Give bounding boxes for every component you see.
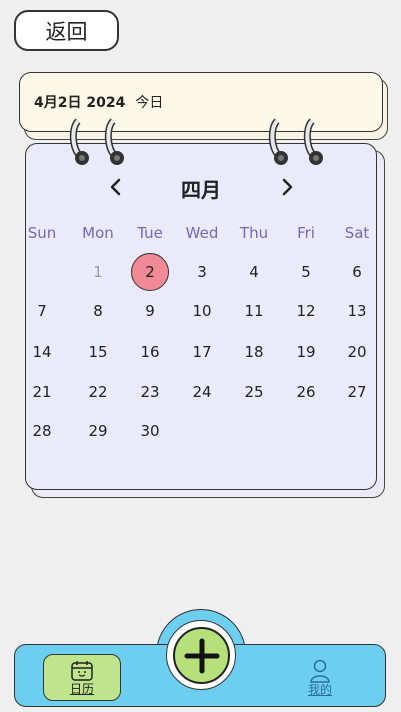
- day-cell[interactable]: 15: [79, 333, 117, 371]
- weekday-mon: Mon: [82, 224, 114, 242]
- weekday-wed: Wed: [185, 224, 219, 242]
- day-cell[interactable]: 3: [183, 253, 221, 291]
- day-cell[interactable]: 1: [79, 253, 117, 291]
- calendar-card: 四月 Sun Mon Tue Wed Thu Fri Sat 1 2 3 4 5 6 7 8 9 10 11 12…: [25, 143, 377, 490]
- tab-profile-label: 我的: [307, 682, 332, 697]
- day-cell[interactable]: 17: [183, 333, 221, 371]
- tab-calendar-label: 日历: [69, 681, 94, 696]
- day-cell[interactable]: 7: [23, 292, 61, 330]
- day-cell[interactable]: 8: [79, 292, 117, 330]
- calendar-face-icon: [71, 660, 93, 681]
- day-cell[interactable]: 23: [131, 373, 169, 411]
- day-cell[interactable]: 28: [23, 412, 61, 450]
- month-title: 四月: [181, 178, 221, 202]
- day-cell[interactable]: 12: [287, 292, 325, 330]
- calendar-header: 四月: [26, 172, 376, 204]
- selected-day-cell[interactable]: 2: [131, 253, 169, 291]
- day-cell[interactable]: 10: [183, 292, 221, 330]
- weekday-sun: Sun: [27, 224, 57, 242]
- weekday-tue: Tue: [137, 224, 163, 242]
- day-cell[interactable]: 21: [23, 373, 61, 411]
- chevron-right-icon: [282, 178, 293, 196]
- day-cell[interactable]: 6: [338, 253, 376, 291]
- day-cell[interactable]: 20: [338, 333, 376, 371]
- day-cell[interactable]: 11: [235, 292, 273, 330]
- plus-icon: [184, 638, 219, 673]
- current-date: 4月2日 2024: [34, 95, 126, 111]
- weekday-sat: Sat: [344, 224, 370, 242]
- tab-calendar[interactable]: 日历: [43, 654, 121, 701]
- next-month-button[interactable]: [272, 172, 302, 202]
- day-cell[interactable]: 19: [287, 333, 325, 371]
- day-cell[interactable]: 14: [23, 333, 61, 371]
- day-cell[interactable]: 25: [235, 373, 273, 411]
- day-cell[interactable]: 26: [287, 373, 325, 411]
- day-cell[interactable]: 5: [287, 253, 325, 291]
- day-cell[interactable]: 29: [79, 412, 117, 450]
- day-cell[interactable]: 9: [131, 292, 169, 330]
- add-button[interactable]: [173, 627, 230, 684]
- weekday-thu: Thu: [239, 224, 269, 242]
- tab-profile[interactable]: 我的: [290, 654, 350, 701]
- user-icon: [310, 659, 330, 683]
- day-cell[interactable]: 16: [131, 333, 169, 371]
- weekday-fri: Fri: [297, 224, 315, 242]
- day-cell[interactable]: 18: [235, 333, 273, 371]
- day-cell[interactable]: 13: [338, 292, 376, 330]
- back-button[interactable]: 返回: [14, 10, 119, 51]
- day-cell[interactable]: 22: [79, 373, 117, 411]
- day-cell[interactable]: 27: [338, 373, 376, 411]
- today-label[interactable]: 今日: [135, 92, 163, 112]
- day-cell[interactable]: 24: [183, 373, 221, 411]
- day-cell[interactable]: 30: [131, 412, 169, 450]
- date-card: 4月2日 2024 今日: [19, 72, 383, 132]
- day-cell[interactable]: 4: [235, 253, 273, 291]
